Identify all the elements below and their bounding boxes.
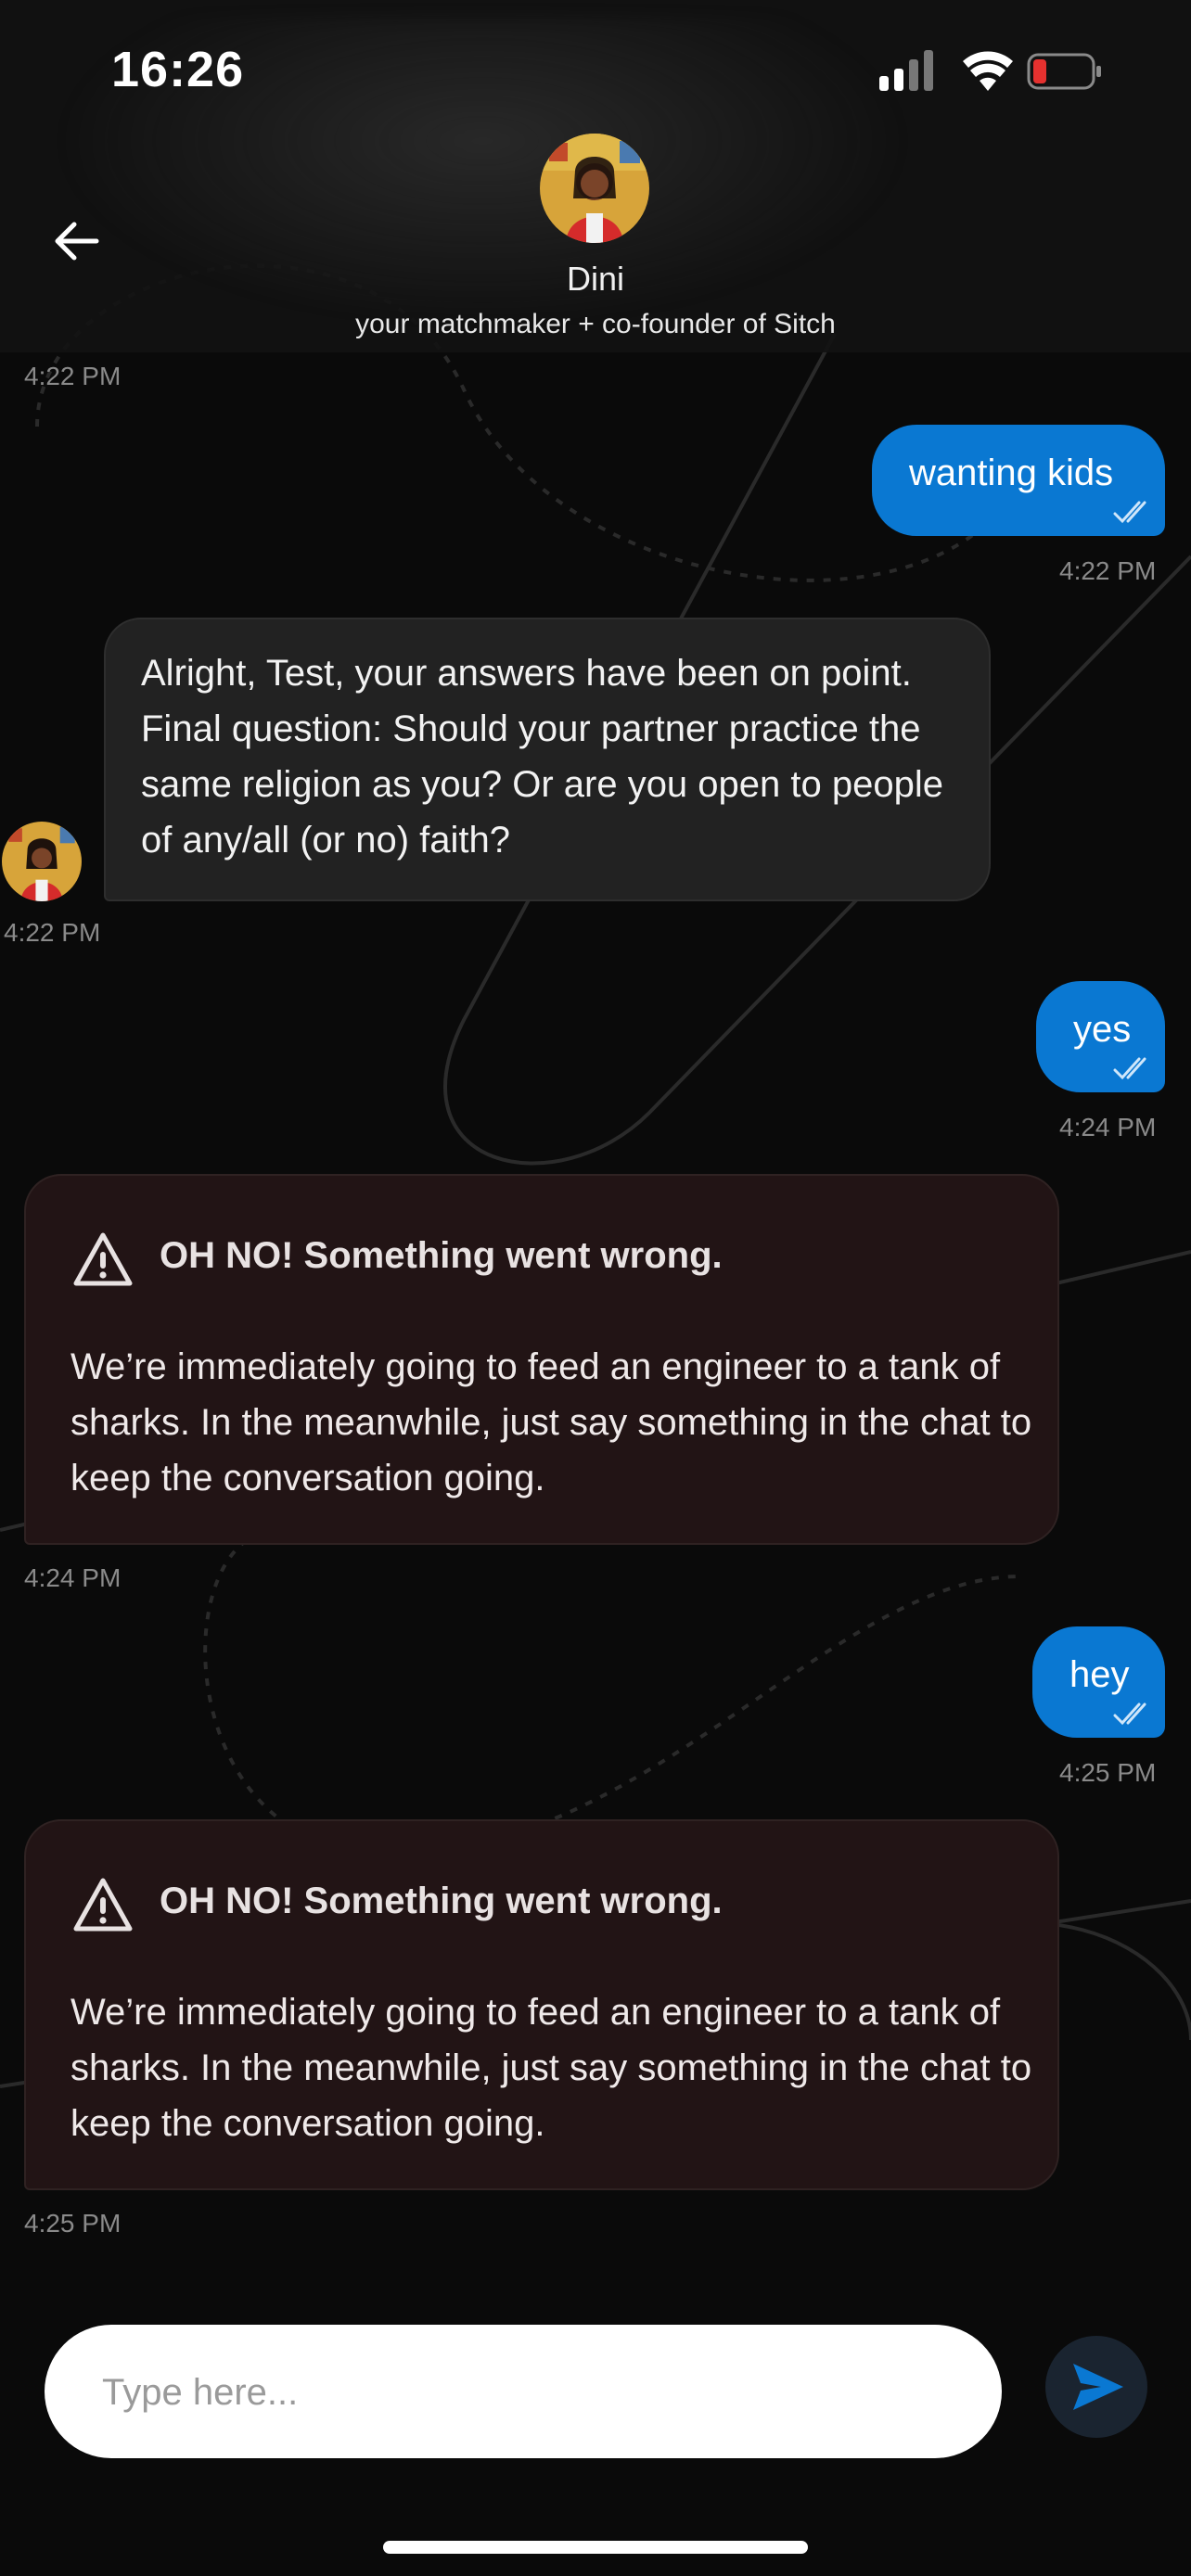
chat-header: 16:26 Dini your matchmaker + co-founder … xyxy=(0,0,1191,352)
outgoing-message[interactable]: wanting kids xyxy=(872,425,1165,536)
contact-avatar[interactable] xyxy=(540,134,649,243)
message-text: yes xyxy=(1073,1009,1132,1050)
timestamp: 4:22 PM xyxy=(1059,556,1157,585)
timestamp: 4:24 PM xyxy=(1059,1113,1157,1141)
read-receipt-icon xyxy=(1113,501,1146,524)
battery-icon xyxy=(1027,53,1101,90)
read-receipt-icon xyxy=(1113,1057,1146,1080)
outgoing-message[interactable]: hey xyxy=(1032,1626,1165,1738)
incoming-message[interactable]: Alright, Test, your answers have been on… xyxy=(104,618,991,901)
status-icons xyxy=(879,48,1102,99)
message-text: wanting kids xyxy=(909,453,1114,493)
contact-subtitle: your matchmaker + co-founder of Sitch xyxy=(355,309,836,339)
home-indicator xyxy=(383,2541,808,2554)
timestamp: 4:25 PM xyxy=(1059,1758,1157,1787)
error-body: We’re immediately going to feed an engin… xyxy=(70,1346,1032,1498)
message-text: Alright, Test, your answers have been on… xyxy=(141,653,943,861)
error-body: We’re immediately going to feed an engin… xyxy=(70,1992,1032,2144)
contact-name: Dini xyxy=(566,260,624,298)
message-composer xyxy=(45,2325,1002,2458)
timestamp: 4:22 PM xyxy=(4,918,101,947)
send-icon xyxy=(1073,2364,1123,2410)
status-time: 16:26 xyxy=(111,42,245,97)
warning-triangle-icon xyxy=(73,1232,133,1286)
warning-triangle-icon xyxy=(73,1878,133,1932)
wifi-icon xyxy=(963,51,1013,91)
error-message-card: OH NO! Something went wrong. We’re immed… xyxy=(24,1174,1059,1545)
read-receipt-icon xyxy=(1113,1702,1146,1726)
send-button[interactable] xyxy=(1045,2336,1147,2438)
sender-avatar xyxy=(2,822,82,901)
error-title: OH NO! Something went wrong. xyxy=(160,1881,723,1921)
timestamp: 4:24 PM xyxy=(24,1563,122,1592)
timestamp: 4:25 PM xyxy=(24,2209,122,2238)
error-message-card: OH NO! Something went wrong. We’re immed… xyxy=(24,1819,1059,2190)
message-text: hey xyxy=(1069,1654,1130,1695)
signal-icon xyxy=(879,50,933,91)
error-title: OH NO! Something went wrong. xyxy=(160,1235,723,1276)
outgoing-message[interactable]: yes xyxy=(1036,981,1165,1092)
message-input[interactable] xyxy=(100,2358,939,2427)
timestamp: 4:22 PM xyxy=(24,362,122,390)
